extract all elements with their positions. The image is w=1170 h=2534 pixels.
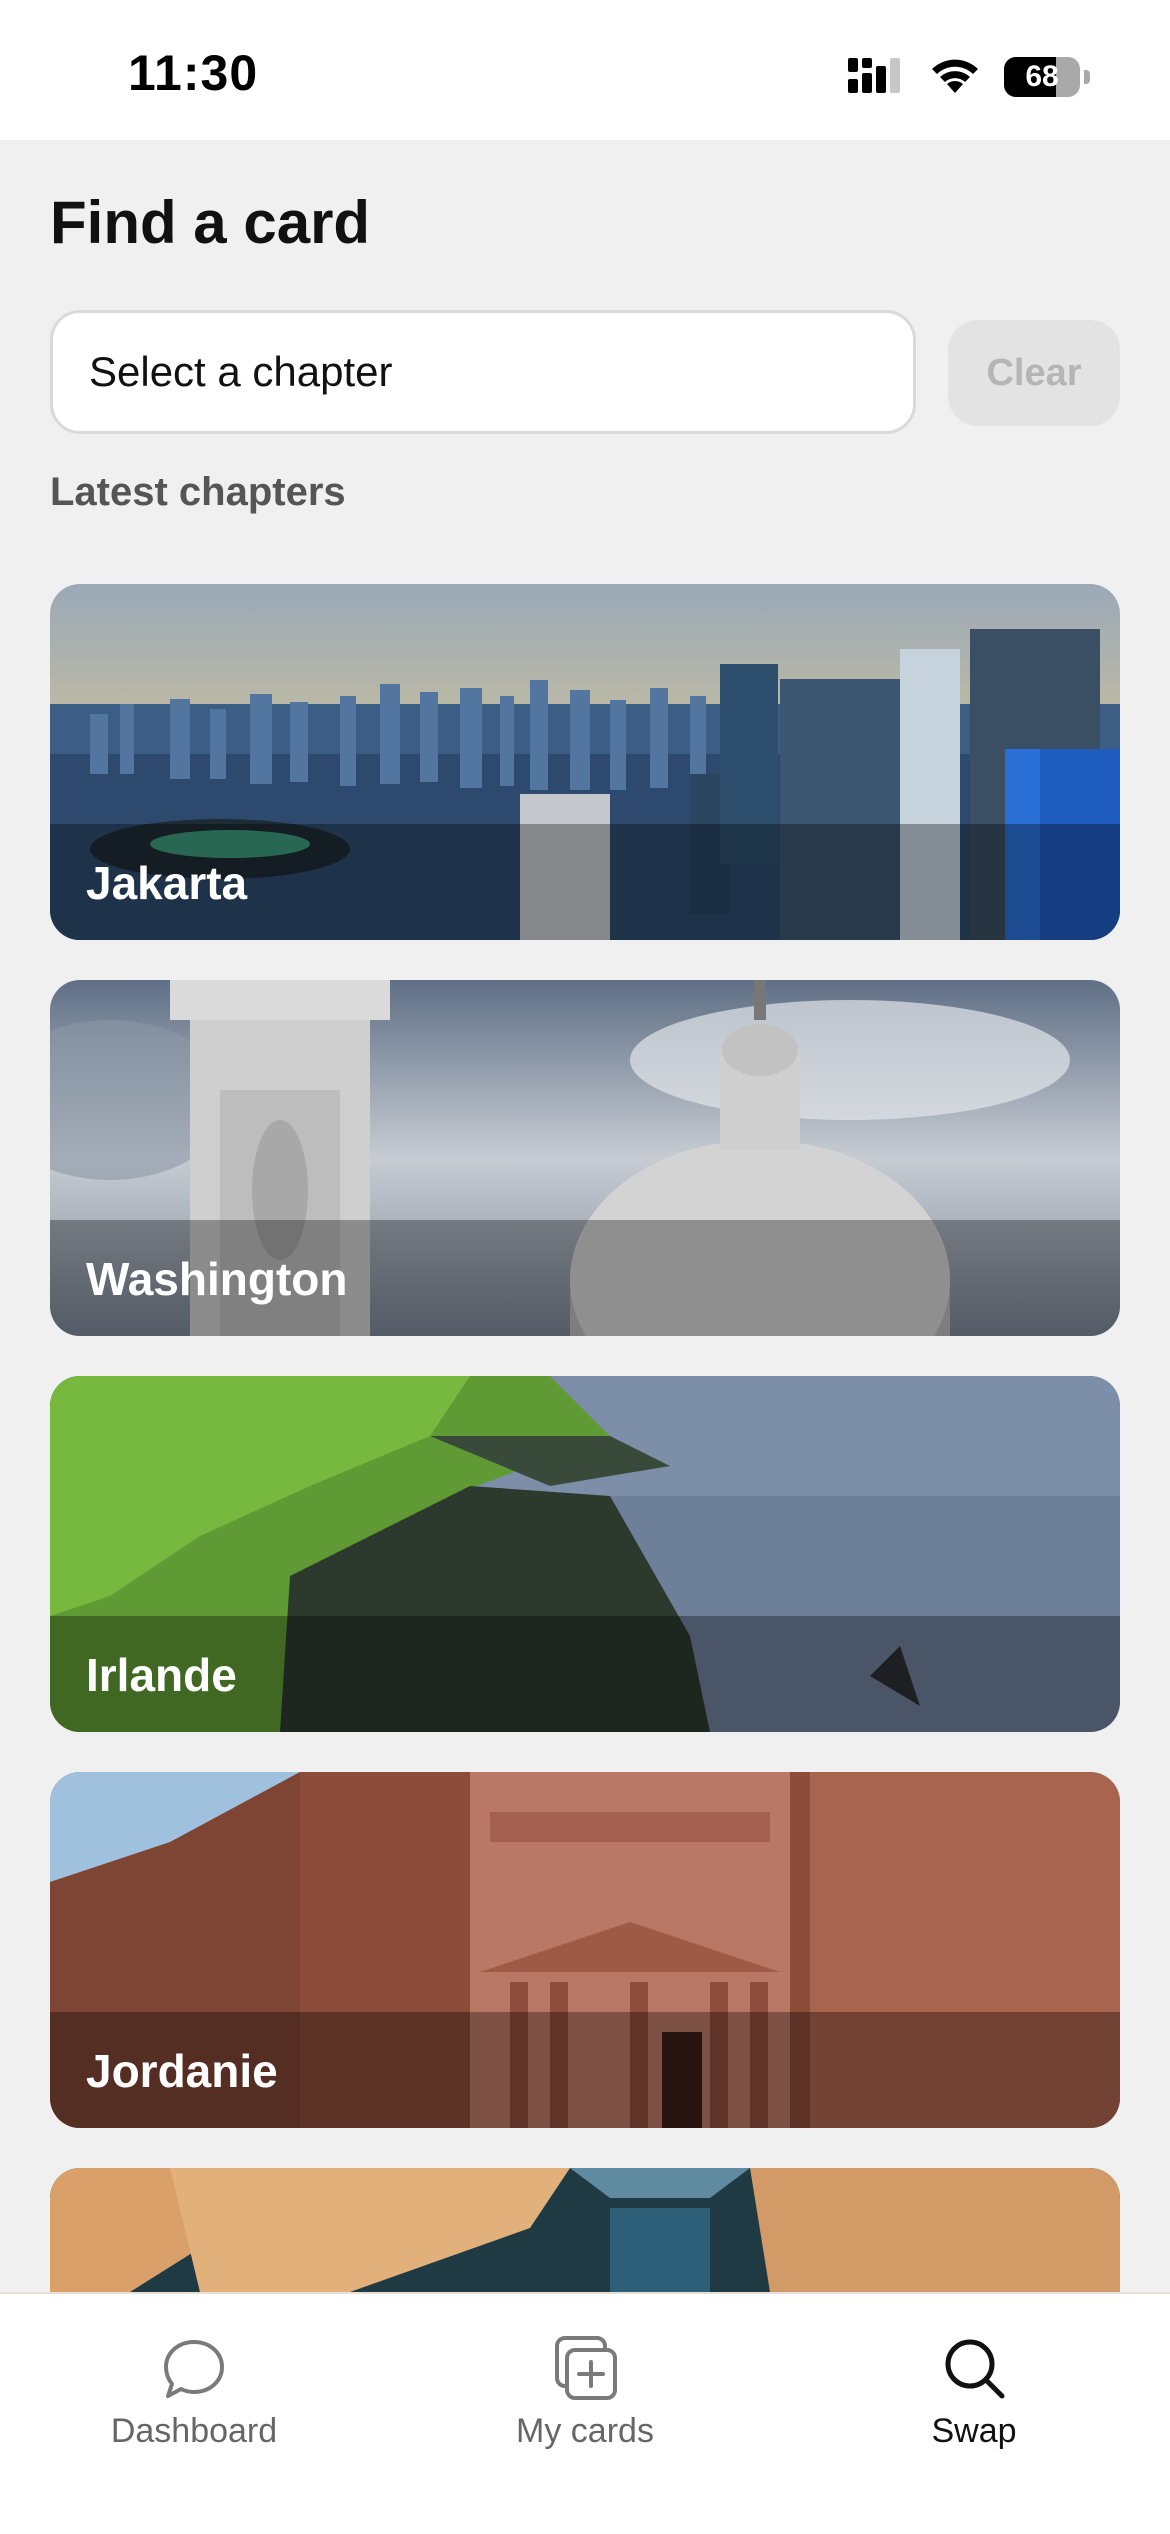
chat-bubble-icon bbox=[64, 2334, 324, 2406]
section-label: Latest chapters bbox=[50, 470, 346, 514]
clear-button[interactable]: Clear bbox=[948, 320, 1120, 426]
tab-label: My cards bbox=[516, 2412, 654, 2450]
status-icons: 68 bbox=[846, 52, 1090, 102]
battery-percent: 68 bbox=[1025, 60, 1059, 93]
chapter-name: Washington bbox=[86, 1253, 348, 1305]
tab-my-cards[interactable]: My cards bbox=[455, 2334, 715, 2451]
chapter-card-jordanie[interactable]: Jordanie bbox=[50, 1772, 1120, 2128]
tab-dashboard[interactable]: Dashboard bbox=[64, 2334, 324, 2451]
status-bar: 11:30 68 bbox=[0, 0, 1170, 140]
tab-swap[interactable]: Swap bbox=[844, 2334, 1104, 2451]
tab-bar: Dashboard My cards Swap bbox=[0, 2292, 1170, 2534]
chapter-name: Jordanie bbox=[86, 2045, 278, 2097]
wifi-icon bbox=[928, 55, 982, 100]
search-icon bbox=[844, 2334, 1104, 2406]
add-card-icon bbox=[455, 2334, 715, 2406]
chapter-card-washington[interactable]: Washington bbox=[50, 980, 1120, 1336]
status-time: 11:30 bbox=[128, 45, 259, 101]
chapter-card-irlande[interactable]: Irlande bbox=[50, 1376, 1120, 1732]
chapter-name: Irlande bbox=[86, 1649, 237, 1701]
cellular-signal-icon bbox=[846, 55, 906, 100]
chapter-card-jakarta[interactable]: Jakarta bbox=[50, 584, 1120, 940]
battery-icon: 68 bbox=[1004, 57, 1090, 97]
tab-label: Dashboard bbox=[110, 2412, 278, 2450]
page-title: Find a card bbox=[50, 189, 371, 256]
chapter-select-placeholder: Select a chapter bbox=[89, 348, 393, 395]
chapter-name: Jakarta bbox=[86, 857, 248, 909]
chapter-select[interactable]: Select a chapter bbox=[50, 310, 916, 434]
tab-label: Swap bbox=[931, 2412, 1017, 2450]
